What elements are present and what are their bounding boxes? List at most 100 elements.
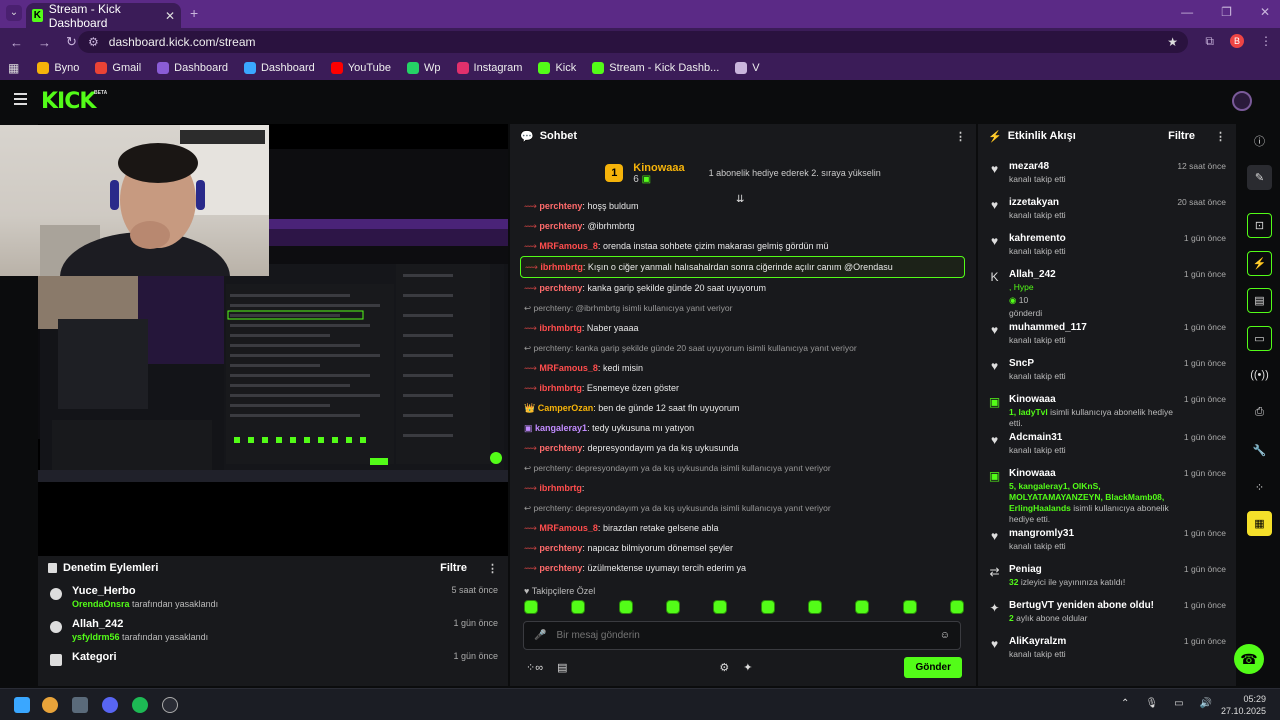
hamburger-menu-icon[interactable] [14, 93, 27, 105]
browser-tab[interactable]: K Stream - Kick Dashboard ✕ [26, 2, 181, 30]
chat-username[interactable]: ibrhmbrtg [539, 483, 582, 493]
emote-icon[interactable] [524, 600, 538, 614]
back-icon[interactable]: ← [10, 35, 28, 50]
emote-icon[interactable] [902, 600, 917, 614]
chat-username[interactable]: MRFamous_8 [539, 363, 598, 373]
feed-user[interactable]: BertugVT yeniden abone oldu! [1009, 600, 1154, 611]
forward-icon[interactable]: → [38, 35, 56, 50]
moderation-actor[interactable]: ysfyldrm56 [72, 632, 120, 642]
lightning-tool-icon[interactable]: ⚡ [1247, 251, 1272, 276]
bookmark-item[interactable]: Dashboard [151, 62, 234, 74]
clock[interactable]: 05:29 27.10.2025 [1221, 693, 1266, 717]
network-icon[interactable]: ⁘ [1247, 475, 1272, 500]
printer-icon[interactable]: ⎙ [1247, 400, 1272, 425]
microphone-icon[interactable]: 🎤 [534, 630, 546, 641]
bookmark-item[interactable]: Byno [31, 62, 85, 74]
chat-username[interactable]: ibrhmbrtg [539, 383, 582, 393]
bookmark-item[interactable]: Instagram [451, 62, 529, 74]
chat-more-icon[interactable]: ⋮ [955, 130, 966, 143]
chat-username[interactable]: perchteny [539, 543, 582, 553]
emote-icon[interactable] [855, 600, 870, 614]
document-icon[interactable]: ▤ [1247, 288, 1272, 313]
profile-avatar[interactable]: B [1230, 34, 1244, 48]
screen-capture-icon[interactable]: ⊡ [1247, 213, 1272, 238]
browser-menu-icon[interactable]: ⋮ [1260, 34, 1272, 49]
close-window-icon[interactable]: ✕ [1260, 5, 1270, 19]
feed-user[interactable]: kahremento [1009, 233, 1066, 244]
bookmark-item[interactable]: Wp [401, 62, 447, 74]
maximize-icon[interactable]: ❐ [1221, 5, 1232, 19]
kick-logo[interactable]: KICK [41, 89, 96, 114]
microphone-tray-icon[interactable]: 🎙 [1145, 698, 1158, 709]
top-gifter-name[interactable]: Kinowaaa [633, 162, 684, 174]
minimize-icon[interactable]: — [1181, 5, 1193, 19]
feed-user[interactable]: mezar48 [1009, 161, 1066, 172]
bookmark-star-icon[interactable]: ★ [1167, 35, 1178, 49]
wrench-icon[interactable]: 🔧 [1247, 438, 1272, 463]
chat-username[interactable]: kangaleray1 [535, 423, 587, 433]
chat-username[interactable]: perchteny [539, 443, 582, 453]
chat-username[interactable]: perchteny [539, 563, 582, 573]
chat-username[interactable]: ibrhmbrtg [540, 262, 583, 272]
info-icon[interactable]: ⓘ [1247, 128, 1272, 153]
feed-more-icon[interactable]: ⋮ [1215, 130, 1226, 143]
chrome-icon[interactable] [42, 697, 58, 713]
support-chat-icon[interactable]: ☎ [1234, 644, 1264, 674]
bookmark-item[interactable]: Dashboard [238, 62, 321, 74]
chat-username[interactable]: CamperOzan [538, 403, 594, 413]
windows-start-icon[interactable] [14, 697, 30, 713]
spotify-icon[interactable] [132, 697, 148, 713]
obs-icon[interactable] [162, 697, 178, 713]
close-tab-icon[interactable]: ✕ [165, 9, 175, 23]
moderator-icon[interactable]: ✦ [743, 661, 752, 674]
emote-icon[interactable] [618, 600, 633, 614]
apps-grid-icon[interactable]: ▦ [8, 61, 19, 75]
chat-settings-icon[interactable]: ⚙ [719, 661, 729, 674]
address-bar[interactable]: ⚙ dashboard.kick.com/stream ★ [78, 31, 1188, 53]
chat-tool-icon[interactable]: ▭ [1247, 326, 1272, 351]
emote-icon[interactable] [665, 600, 680, 614]
moderation-user[interactable]: Yuce_Herbo [72, 585, 218, 597]
moderation-filter-button[interactable]: Filtre [440, 562, 467, 574]
site-info-icon[interactable]: ⚙ [88, 35, 99, 49]
new-tab-icon[interactable]: + [190, 5, 198, 21]
chat-username[interactable]: MRFamous_8 [539, 241, 598, 251]
tab-menu-button[interactable]: ⌄ [6, 5, 22, 21]
feed-filter-button[interactable]: Filtre [1168, 130, 1195, 142]
bookmark-item[interactable]: Gmail [89, 62, 147, 74]
points-icon[interactable]: ⁘∞ [526, 661, 543, 674]
feed-user[interactable]: Adcmain31 [1009, 432, 1066, 443]
emoji-icon[interactable]: ☺ [940, 630, 950, 641]
tray-expand-icon[interactable]: ⌃ [1121, 698, 1129, 709]
clapper-icon[interactable]: ▦ [1247, 511, 1272, 536]
steam-icon[interactable] [72, 697, 88, 713]
send-button[interactable]: Gönder [904, 656, 962, 678]
store-icon[interactable]: ▤ [557, 661, 567, 674]
feed-user[interactable]: Allah_242 [1009, 269, 1056, 280]
emote-icon[interactable] [949, 600, 964, 614]
chat-username[interactable]: MRFamous_8 [539, 523, 598, 533]
broadcast-icon[interactable]: ((•)) [1247, 362, 1272, 387]
volume-icon[interactable]: 🔊 [1200, 698, 1212, 709]
emote-icon[interactable] [760, 600, 775, 614]
user-avatar[interactable] [1232, 91, 1252, 111]
message-input[interactable] [556, 630, 930, 641]
feed-user[interactable]: izzetakyan [1009, 197, 1066, 208]
network-tray-icon[interactable]: ▭ [1174, 698, 1183, 709]
chat-username[interactable]: perchteny [539, 201, 582, 211]
feed-user[interactable]: Peniag [1009, 564, 1125, 575]
chat-username[interactable]: ibrhmbrtg [539, 323, 582, 333]
moderation-user[interactable]: Allah_242 [72, 618, 208, 630]
emote-icon[interactable] [571, 600, 586, 614]
extensions-icon[interactable]: ⧉ [1205, 34, 1214, 49]
chat-username[interactable]: perchteny [539, 221, 582, 231]
bookmark-item[interactable]: Stream - Kick Dashb... [586, 62, 725, 74]
chat-username[interactable]: perchteny [539, 283, 582, 293]
emote-icon[interactable] [713, 600, 728, 614]
moderation-more-icon[interactable]: ⋮ [487, 562, 498, 575]
feed-user[interactable]: AliKayralzm [1009, 636, 1066, 647]
feed-user[interactable]: muhammed_117 [1009, 322, 1087, 333]
moderation-actor[interactable]: OrendaOnsra [72, 599, 130, 609]
moderation-user[interactable]: Kategori [72, 651, 117, 663]
bookmark-item[interactable]: V [729, 62, 765, 74]
